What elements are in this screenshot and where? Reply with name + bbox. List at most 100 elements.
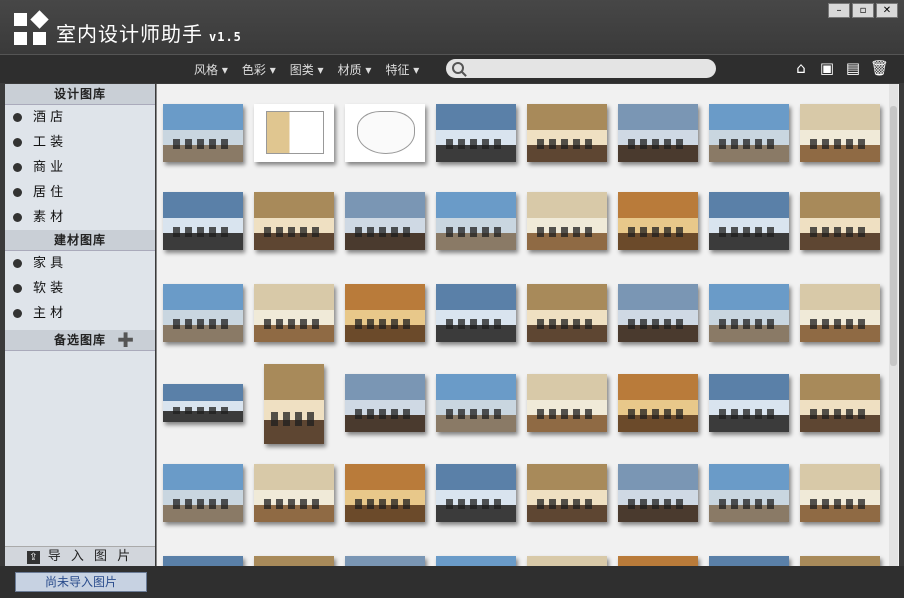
thumbnail-equipment xyxy=(271,412,317,427)
gallery-thumbnail[interactable] xyxy=(800,192,880,250)
thumbnail-equipment xyxy=(445,498,507,510)
gallery-thumbnail[interactable] xyxy=(254,284,334,342)
home-icon[interactable]: ⌂ xyxy=(792,59,810,77)
gallery-thumbnail[interactable] xyxy=(264,364,324,444)
thumbnail-window xyxy=(163,284,243,311)
sidebar-item-hotel[interactable]: 酒 店 xyxy=(5,105,155,130)
scrollbar-thumb[interactable] xyxy=(890,106,897,366)
gallery-thumbnail[interactable] xyxy=(527,104,607,162)
gallery-thumbnail[interactable] xyxy=(254,192,334,250)
gallery-thumbnail[interactable] xyxy=(618,192,698,250)
gallery-thumbnail[interactable] xyxy=(345,374,425,432)
gallery-thumbnail[interactable] xyxy=(618,104,698,162)
app-version: v1.5 xyxy=(209,30,242,44)
gallery-thumbnail[interactable] xyxy=(163,384,243,422)
gallery-thumbnail[interactable] xyxy=(163,464,243,522)
thumbnail-equipment xyxy=(172,318,234,330)
menu-style[interactable]: 风格 ▾ xyxy=(194,61,228,78)
gallery-thumbnail[interactable] xyxy=(436,192,516,250)
gallery-thumbnail[interactable] xyxy=(163,556,243,566)
search-icon[interactable] xyxy=(452,62,464,74)
status-bar: 尚未导入图片 xyxy=(0,566,904,598)
gallery-thumbnail[interactable] xyxy=(345,464,425,522)
gallery-thumbnail[interactable] xyxy=(618,464,698,522)
gallery-thumbnail[interactable] xyxy=(527,556,607,566)
bullet-icon xyxy=(13,213,22,222)
gallery-thumbnail[interactable] xyxy=(163,192,243,250)
minimize-icon[interactable]: – xyxy=(828,3,850,18)
menu-feature[interactable]: 特征 ▾ xyxy=(385,61,419,78)
save-icon[interactable]: ▣ xyxy=(818,59,836,77)
gallery-thumbnail[interactable] xyxy=(618,374,698,432)
search-input[interactable] xyxy=(470,60,714,78)
gallery-thumbnail[interactable] xyxy=(709,464,789,522)
gallery-thumbnail[interactable] xyxy=(527,192,607,250)
gallery-thumbnail[interactable] xyxy=(800,374,880,432)
gallery-thumbnail[interactable] xyxy=(254,556,334,566)
thumbnail-window xyxy=(709,556,789,566)
add-icon[interactable]: ✚ xyxy=(117,330,135,350)
gallery-thumbnail[interactable] xyxy=(345,284,425,342)
sidebar-item-commercial[interactable]: 商 业 xyxy=(5,155,155,180)
sidebar-item-materials[interactable]: 素 材 xyxy=(5,205,155,230)
gallery-thumbnail[interactable] xyxy=(800,556,880,566)
gallery-thumbnail[interactable] xyxy=(709,104,789,162)
gallery-thumbnail[interactable] xyxy=(527,464,607,522)
gallery-thumbnail[interactable] xyxy=(254,104,334,162)
floorplan-drawing xyxy=(357,110,415,154)
thumbnail-equipment xyxy=(536,318,598,330)
menu-type[interactable]: 图类 ▾ xyxy=(290,61,324,78)
thumbnail-equipment xyxy=(445,318,507,330)
gallery-thumbnail[interactable] xyxy=(436,284,516,342)
sidebar-item-label: 家 具 xyxy=(33,256,64,271)
thumbnail-window xyxy=(618,192,698,219)
gallery-thumbnail[interactable] xyxy=(345,104,425,162)
gallery-thumbnail[interactable] xyxy=(527,374,607,432)
gallery-thumbnail[interactable] xyxy=(800,464,880,522)
thumbnail-equipment xyxy=(809,498,871,510)
gallery-thumbnail[interactable] xyxy=(163,284,243,342)
menu-material[interactable]: 材质 ▾ xyxy=(338,61,372,78)
gallery-thumbnail[interactable] xyxy=(345,556,425,566)
gallery-thumbnail[interactable] xyxy=(436,104,516,162)
gallery-thumbnail[interactable] xyxy=(527,284,607,342)
sidebar-item-label: 居 住 xyxy=(33,185,64,200)
backup-library-header[interactable]: 备选图库 ✚ xyxy=(5,330,155,351)
sidebar-item-residential[interactable]: 居 住 xyxy=(5,180,155,205)
thumbnail-window xyxy=(800,192,880,219)
menu-feature-label: 特征 xyxy=(385,63,410,77)
gallery-thumbnail[interactable] xyxy=(254,464,334,522)
thumbnail-equipment xyxy=(445,408,507,420)
trash-icon[interactable]: 🗑 xyxy=(870,59,889,77)
sidebar-item-workspace[interactable]: 工 装 xyxy=(5,130,155,155)
gallery-thumbnail[interactable] xyxy=(618,556,698,566)
bullet-icon xyxy=(13,284,22,293)
import-status-button[interactable]: 尚未导入图片 xyxy=(15,572,147,592)
thumbnail-equipment xyxy=(718,318,780,330)
gallery-thumbnail[interactable] xyxy=(709,374,789,432)
gallery-thumbnail[interactable] xyxy=(709,192,789,250)
thumbnail-window xyxy=(527,192,607,219)
sidebar-item-soft-decor[interactable]: 软 装 xyxy=(5,276,155,301)
gallery-scrollbar[interactable] xyxy=(889,84,898,566)
import-images-button[interactable]: ⇪ 导 入 图 片 xyxy=(5,546,155,566)
close-icon[interactable]: ✕ xyxy=(876,3,898,18)
maximize-icon[interactable]: ▫ xyxy=(852,3,874,18)
gallery-thumbnail[interactable] xyxy=(436,374,516,432)
print-icon[interactable]: ▤ xyxy=(844,59,862,77)
sidebar-item-furniture[interactable]: 家 具 xyxy=(5,251,155,276)
gallery-thumbnail[interactable] xyxy=(800,104,880,162)
thumbnail-window xyxy=(618,104,698,131)
gallery-thumbnail[interactable] xyxy=(709,284,789,342)
toolbar: 风格 ▾ 色彩 ▾ 图类 ▾ 材质 ▾ 特征 ▾ ⌂ ▣ ▤ 🗑 xyxy=(0,54,904,83)
sidebar-item-main-materials[interactable]: 主 材 xyxy=(5,301,155,326)
gallery-thumbnail[interactable] xyxy=(436,464,516,522)
gallery-thumbnail[interactable] xyxy=(345,192,425,250)
sidebar-item-label: 软 装 xyxy=(33,281,64,296)
gallery-thumbnail[interactable] xyxy=(800,284,880,342)
menu-color[interactable]: 色彩 ▾ xyxy=(242,61,276,78)
gallery-thumbnail[interactable] xyxy=(618,284,698,342)
gallery-thumbnail[interactable] xyxy=(709,556,789,566)
gallery-thumbnail[interactable] xyxy=(436,556,516,566)
gallery-thumbnail[interactable] xyxy=(163,104,243,162)
